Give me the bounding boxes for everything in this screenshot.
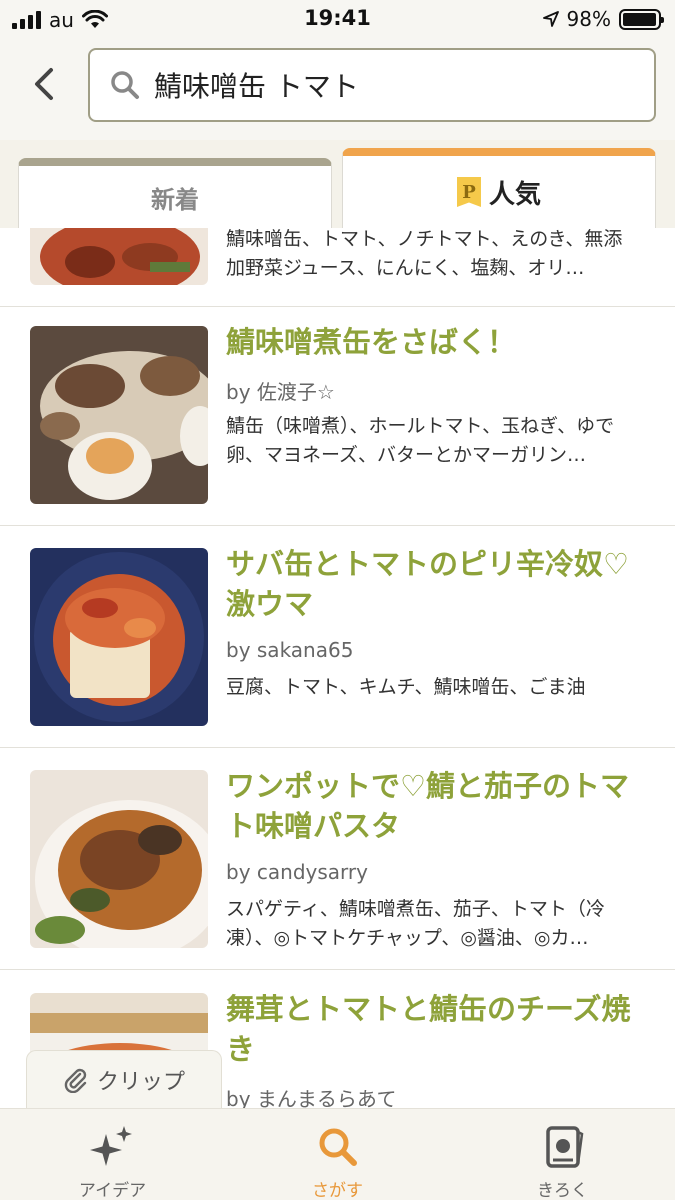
chevron-left-icon xyxy=(35,68,53,100)
recipe-title[interactable]: 鯖味噌煮缶をさばく！ xyxy=(226,322,646,362)
recipe-item[interactable]: ワンポットで♡鯖と茄子のトマト味噌パスタ by candysarry スパゲティ… xyxy=(0,748,675,970)
tab-popular-label: 人気 xyxy=(488,179,541,210)
search-header xyxy=(0,40,675,140)
recipe-author[interactable]: by candysarry xyxy=(226,860,368,884)
recipe-author[interactable]: by まんまるらあて xyxy=(226,1083,397,1110)
recipe-ingredients: スパゲティ、鯖味噌煮缶、茄子、トマト（冷凍）、◎トマトケチャップ、◎醤油、◎カ… xyxy=(226,898,605,949)
clip-button[interactable]: クリップ xyxy=(26,1050,222,1108)
nav-idea[interactable]: アイデア xyxy=(0,1109,225,1200)
tab-popular[interactable]: P 人気 xyxy=(342,148,656,228)
battery-icon xyxy=(619,8,664,30)
search-input[interactable] xyxy=(154,68,634,102)
tab-new-label: 新着 xyxy=(151,185,199,214)
battery-percent: 98% xyxy=(566,7,611,31)
nav-search[interactable]: さがす xyxy=(225,1109,450,1200)
recipe-ingredients: 鯖缶（味噌煮）、ホールトマト、玉ねぎ、ゆで卵、マヨネーズ、バターとかマーガリン… xyxy=(226,415,615,466)
tab-new[interactable]: 新着 xyxy=(18,158,332,228)
recipe-item[interactable]: 鯖味噌煮缶をさばく！ by 佐渡子☆ 鯖缶（味噌煮）、ホールトマト、玉ねぎ、ゆで… xyxy=(0,304,675,526)
recipe-author[interactable]: by 佐渡子☆ xyxy=(226,376,335,405)
battery-level xyxy=(623,12,657,26)
clip-label: クリップ xyxy=(96,1069,185,1095)
recipe-item[interactable]: 鯖味噌缶、トマト、ノチトマト、えのき、無添加野菜ジュース、にんにく、塩麹、オリ… xyxy=(0,228,675,307)
paperclip-icon xyxy=(64,1068,87,1093)
nav-record-label: きろく xyxy=(537,1181,588,1200)
bottom-nav: アイデア さがす きろく xyxy=(0,1108,675,1200)
recipe-thumbnail xyxy=(30,228,208,285)
record-card-icon xyxy=(545,1125,583,1168)
search-icon xyxy=(319,1128,357,1166)
sort-tabs: 新着 P 人気 xyxy=(0,140,675,228)
recipe-item[interactable]: サバ缶とトマトのピリ辛冷奴♡激ウマ by sakana65 豆腐、トマト、キムチ… xyxy=(0,526,675,748)
recipe-thumbnail xyxy=(30,770,208,948)
recipe-list: 鯖味噌缶、トマト、ノチトマト、えのき、無添加野菜ジュース、にんにく、塩麹、オリ…… xyxy=(0,228,675,1110)
nav-search-label: さがす xyxy=(312,1181,363,1200)
back-button[interactable] xyxy=(22,62,66,106)
status-bar: au 19:41 98% xyxy=(0,0,675,40)
nav-idea-label: アイデア xyxy=(78,1181,147,1200)
recipe-ingredients: 鯖味噌缶、トマト、ノチトマト、えのき、無添加野菜ジュース、にんにく、塩麹、オリ… xyxy=(226,228,623,279)
recipe-thumbnail xyxy=(30,326,208,504)
status-right: 98% xyxy=(542,7,664,31)
recipe-title[interactable]: ワンポットで♡鯖と茄子のトマト味噌パスタ xyxy=(226,766,646,846)
recipe-thumbnail xyxy=(30,548,208,726)
recipe-title[interactable]: 舞茸とトマトと鯖缶のチーズ焼き xyxy=(226,989,646,1069)
recipe-author[interactable]: by sakana65 xyxy=(226,638,353,662)
premium-badge-icon: P xyxy=(456,177,481,207)
sparkle-icon xyxy=(89,1125,132,1166)
location-arrow-icon xyxy=(542,11,559,27)
recipe-ingredients: 豆腐、トマト、キムチ、鯖味噌缶、ごま油 xyxy=(226,676,586,698)
search-box[interactable] xyxy=(88,48,656,122)
search-icon xyxy=(111,71,139,99)
recipe-title[interactable]: サバ缶とトマトのピリ辛冷奴♡激ウマ xyxy=(226,544,646,624)
nav-record[interactable]: きろく xyxy=(450,1109,675,1200)
